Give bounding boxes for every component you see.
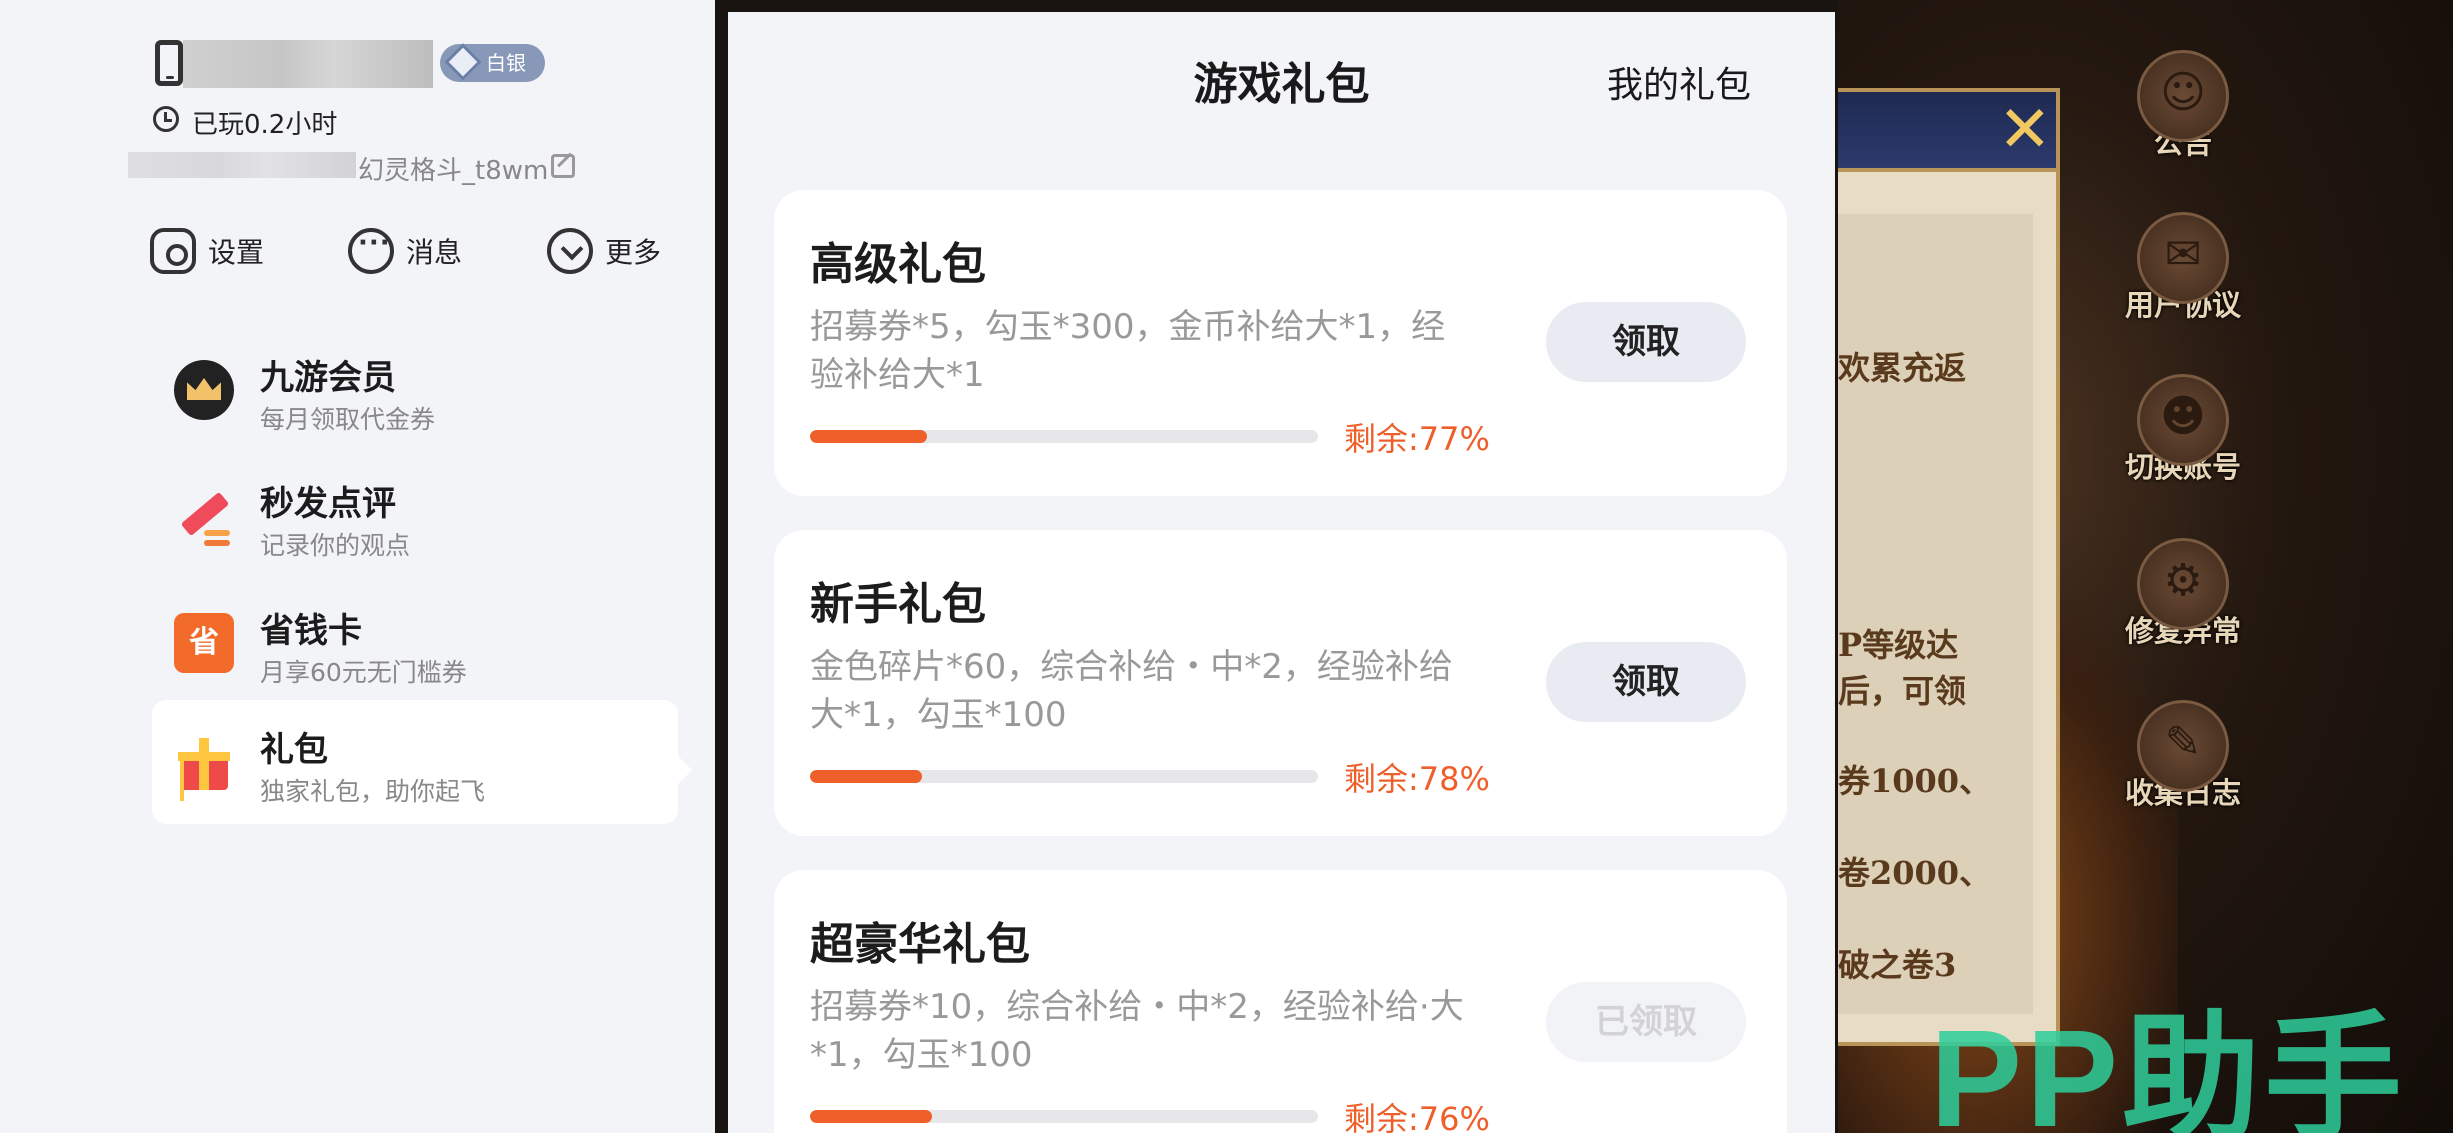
menu-item-subtitle: 独家礼包，助你起飞: [260, 777, 486, 806]
collect-log-button[interactable]: ✎ 收集日志: [2108, 700, 2258, 812]
menu-item-review[interactable]: 秒发点评 记录你的观点: [152, 454, 678, 578]
my-gifts-link[interactable]: 我的礼包: [1607, 56, 1751, 108]
gift-description: 招募券*10，综合补给・中*2，经验补给·大*1，勾玉*100: [810, 987, 1464, 1075]
clock-icon: [153, 106, 179, 132]
chevron-down-icon: [547, 228, 593, 274]
sidebar: 白银 已玩0.2小时 幻灵格斗_t8wm 设置 消息 更多 九游会员 每月领取代…: [0, 0, 715, 1133]
edit-icon[interactable]: [551, 154, 575, 178]
switch-account-button[interactable]: ☻ 切换账号: [2108, 374, 2258, 486]
menu-item-vip[interactable]: 九游会员 每月领取代金券: [152, 328, 678, 452]
chat-bubble-icon: [348, 228, 394, 274]
gift-icon: [174, 732, 234, 792]
menu-item-subtitle: 记录你的观点: [260, 531, 411, 560]
more-button[interactable]: 更多: [547, 226, 661, 276]
scroll-text-line: 卷2000、: [1838, 854, 1992, 892]
gift-card: 高级礼包 招募券*5，勾玉*300，金币补给大*1，经验补给大*1 剩余:77%…: [774, 190, 1787, 496]
messages-label: 消息: [406, 236, 463, 269]
switch-account-icon: ☻: [2137, 374, 2229, 466]
claim-button[interactable]: 领取: [1546, 642, 1746, 722]
gift-description: 招募券*5，勾玉*300，金币补给大*1，经验补给大*1: [810, 307, 1446, 395]
scroll-text-line: 欢累充返: [1838, 349, 1967, 387]
blurred-account: [128, 152, 356, 178]
notice-icon: ☺: [2137, 50, 2229, 142]
menu-item-title: 秒发点评: [260, 484, 396, 524]
scroll-icon: ✉: [2137, 212, 2229, 304]
claim-button[interactable]: 领取: [1546, 302, 1746, 382]
gift-card: 超豪华礼包 招募券*10，综合补给・中*2，经验补给·大*1，勾玉*100 剩余…: [774, 870, 1787, 1133]
scroll-text-line: P等级达: [1838, 626, 1959, 664]
more-label: 更多: [605, 236, 662, 269]
menu-item-subtitle: 每月领取代金券: [260, 405, 436, 434]
pp-assistant-watermark: PP助手: [1930, 1002, 2407, 1133]
save-card-icon: 省: [174, 613, 234, 673]
menu-item-title: 九游会员: [260, 358, 396, 398]
badge-label: 白银: [486, 51, 526, 75]
menu-item-subtitle: 月享60元无门槛券: [260, 658, 467, 687]
gift-card: 新手礼包 金色碎片*60，综合补给・中*2，经验补给大*1，勾玉*100 剩余:…: [774, 530, 1787, 836]
remaining-label: 剩余:77%: [1344, 420, 1490, 458]
gift-description: 金色碎片*60，综合补给・中*2，经验补给大*1，勾玉*100: [810, 647, 1453, 735]
blurred-username: [183, 40, 433, 88]
remaining-label: 剩余:76%: [1344, 1100, 1490, 1133]
menu-item-title: 礼包: [260, 730, 328, 770]
scroll-text-line: 券1000、: [1838, 762, 1992, 800]
menu-item-gift[interactable]: 礼包 独家礼包，助你起飞: [152, 700, 692, 824]
notice-button[interactable]: ☺ 公告: [2108, 50, 2258, 162]
settings-button[interactable]: 设置: [150, 226, 264, 276]
pen-icon: [174, 486, 234, 546]
remaining-progress-bar: [810, 1110, 1318, 1123]
remaining-progress-bar: [810, 770, 1318, 783]
game-background: ✕ 欢累充返 P等级达 后，可领 券1000、 卷2000、 破之卷3 ☺ 公告…: [1838, 0, 2453, 1133]
menu-item-title: 省钱卡: [260, 611, 362, 651]
claimed-button: 已领取: [1546, 982, 1746, 1062]
remaining-progress-bar: [810, 430, 1318, 443]
remaining-label: 剩余:78%: [1344, 760, 1490, 798]
messages-button[interactable]: 消息: [348, 226, 462, 276]
user-agreement-button[interactable]: ✉ 用户协议: [2108, 212, 2258, 324]
gear-icon: [150, 228, 196, 274]
scroll-content-area: [1838, 214, 2033, 1014]
play-time: 已玩0.2小时: [192, 110, 338, 140]
wrench-gear-icon: ⚙: [2137, 538, 2229, 630]
menu-item-save-card[interactable]: 省 省钱卡 月享60元无门槛券: [152, 581, 678, 705]
gift-name: 高级礼包: [810, 239, 986, 290]
vip-crown-icon: [174, 360, 234, 420]
phone-icon: [155, 40, 183, 86]
repair-button[interactable]: ⚙ 修复异常: [2108, 538, 2258, 650]
gift-panel: 游戏礼包 我的礼包 高级礼包 招募券*5，勾玉*300，金币补给大*1，经验补给…: [728, 12, 1835, 1133]
gift-name: 新手礼包: [810, 579, 986, 630]
log-icon: ✎: [2137, 700, 2229, 792]
gift-name: 超豪华礼包: [810, 919, 1030, 970]
close-icon[interactable]: ✕: [1998, 98, 2052, 162]
settings-label: 设置: [208, 236, 265, 269]
scroll-text-line: 后，可领: [1838, 672, 1967, 710]
game-account-id: 幻灵格斗_t8wm: [358, 156, 549, 186]
